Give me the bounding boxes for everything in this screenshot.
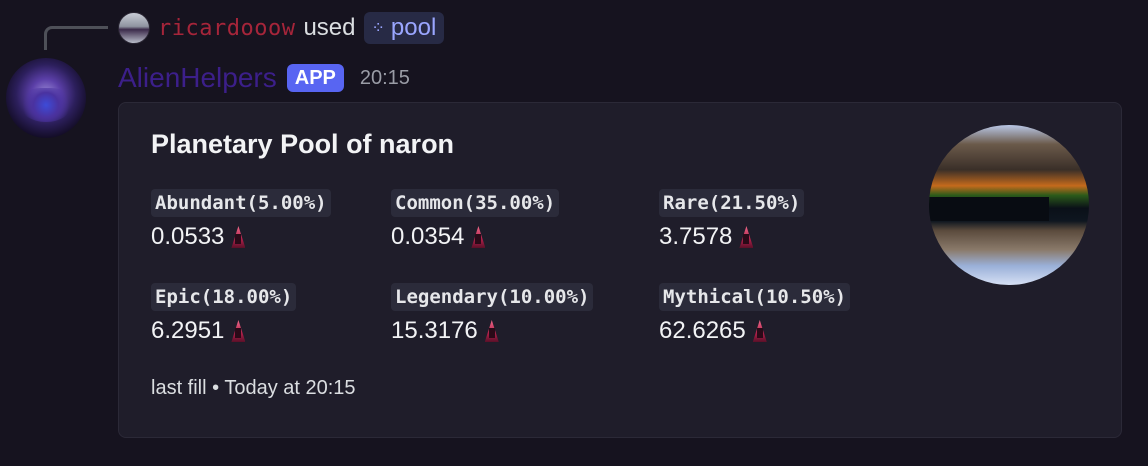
app-badge: APP [286,64,344,92]
field-value-text: 62.6265 [659,317,746,344]
field-abundant: Abundant(5.00%) 0.0533 [151,189,331,251]
field-value-text: 0.0533 [151,223,225,250]
rocket-coin-icon [228,318,248,344]
rocket-coin-icon [468,224,488,250]
field-common: Common(35.00%) 0.0354 [391,189,560,251]
field-value-text: 6.2951 [151,317,225,344]
used-label: used [303,14,356,41]
field-label: Abundant(5.00%) [151,189,331,217]
embed: Planetary Pool of naron Abundant(5.00%) … [118,102,1122,438]
bot-name[interactable]: AlienHelpers [118,62,277,94]
field-label: Legendary(10.00%) [391,283,594,311]
reply-spine [44,26,108,50]
embed-thumbnail[interactable] [929,125,1089,285]
rocket-coin-icon [228,224,248,250]
embed-title: Planetary Pool of naron [151,129,455,159]
embed-footer: last fill • Today at 20:15 [151,377,356,399]
field-label: Mythical(10.50%) [659,283,851,311]
field-value: 0.0354 [391,223,559,251]
interaction-line: ricardooow used ⁘ pool [118,10,445,46]
rocket-coin-icon [750,318,770,344]
chat-message: ricardooow used ⁘ pool AlienHelpers APP … [0,0,1148,466]
field-value: 15.3176 [391,317,593,345]
field-value-text: 15.3176 [391,317,478,344]
field-label: Epic(18.00%) [151,283,297,311]
field-epic: Epic(18.00%) 6.2951 [151,283,297,345]
field-mythical: Mythical(10.50%) 62.6265 [659,283,851,345]
field-value-text: 3.7578 [659,223,733,250]
bot-avatar[interactable] [6,58,86,138]
rocket-coin-icon [482,318,502,344]
message-timestamp[interactable]: 20:15 [360,67,410,90]
field-value: 0.0533 [151,223,331,251]
field-label: Rare(21.50%) [659,189,805,217]
field-value: 3.7578 [659,223,804,251]
interaction-username[interactable]: ricardooow [158,16,295,41]
user-avatar[interactable] [118,12,150,44]
rocket-coin-icon [736,224,756,250]
field-value-text: 0.0354 [391,223,465,250]
command-name: pool [390,14,437,41]
field-rare: Rare(21.50%) 3.7578 [659,189,805,251]
message-header: AlienHelpers APP 20:15 [118,58,410,98]
field-value: 62.6265 [659,317,850,345]
field-legendary: Legendary(10.00%) 15.3176 [391,283,594,345]
command-chip[interactable]: ⁘ pool [363,12,445,44]
field-value: 6.2951 [151,317,296,345]
slash-command-icon: ⁘ [371,20,385,37]
field-label: Common(35.00%) [391,189,560,217]
